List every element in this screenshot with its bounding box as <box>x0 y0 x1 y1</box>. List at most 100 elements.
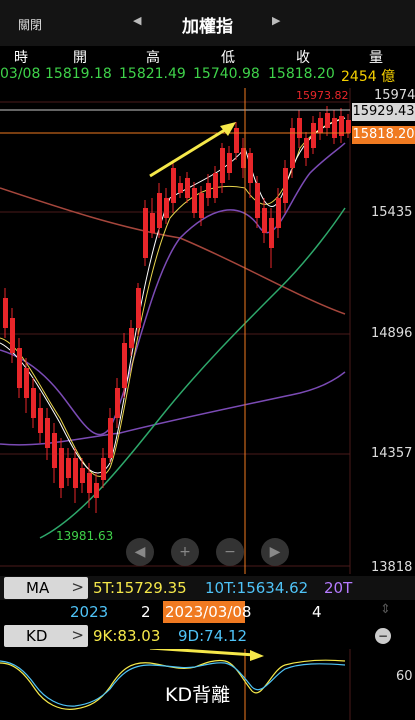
ma10-value: 10T:15634.62 <box>205 579 309 597</box>
crosshair-price-tag: 15929.43 <box>352 103 415 121</box>
header-close: 收 <box>296 50 310 66</box>
candle-body <box>227 153 232 173</box>
zoom-in-icon[interactable]: + <box>171 538 199 566</box>
sort-arrows-icon[interactable]: ⇕ <box>380 602 391 617</box>
timeline-year: 2023 <box>70 603 109 621</box>
candle-body <box>129 328 134 348</box>
candle-body <box>283 168 288 203</box>
candle-body <box>66 458 71 478</box>
candle-body <box>150 213 155 233</box>
low-price-marker: 13981.63 <box>56 529 114 543</box>
candle-body <box>290 128 295 168</box>
divergence-arrow-icon <box>149 649 264 661</box>
d-value: 9D:74.12 <box>178 627 248 645</box>
k-value: 9K:83.03 <box>93 627 161 645</box>
header-volume: 量 <box>369 50 383 66</box>
candle-body <box>248 153 253 183</box>
candle-body <box>3 298 8 328</box>
quote-high: 15821.49 <box>119 66 186 82</box>
candle-body <box>38 408 43 433</box>
candle-body <box>262 208 267 233</box>
candle-body <box>171 168 176 203</box>
header-low: 低 <box>221 50 235 66</box>
candle-body <box>164 198 169 218</box>
candle-body <box>45 418 50 448</box>
kd-y-axis-label: 60 <box>396 669 413 684</box>
candle-body <box>122 343 127 388</box>
scroll-left-icon[interactable]: ◀ <box>126 538 154 566</box>
collapse-icon[interactable]: − <box>375 628 391 644</box>
candle-body <box>304 138 309 158</box>
timeline-row: 2023 2 2023/03/08 4 ⇕ <box>0 601 415 623</box>
candle-body <box>143 208 148 258</box>
scroll-right-icon[interactable]: ▶ <box>261 538 289 566</box>
candle-body <box>318 118 323 133</box>
candle-body <box>185 178 190 198</box>
close-price-tag: 15818.20 <box>352 126 415 144</box>
candle-body <box>31 388 36 418</box>
candle-body <box>199 193 204 218</box>
candle-body <box>87 473 92 493</box>
candlestick-series <box>3 106 351 513</box>
candle-body <box>269 218 274 248</box>
header-time: 時 <box>14 50 28 66</box>
candle-body <box>297 118 302 138</box>
high-price-marker: 15973.82 <box>296 89 349 102</box>
candle-body <box>332 118 337 138</box>
chevron-right-icon: > <box>71 578 84 596</box>
candle-body <box>276 198 281 228</box>
quote-volume: 2454 億 <box>341 69 396 85</box>
candle-body <box>178 183 183 193</box>
header-open: 開 <box>73 50 87 66</box>
candle-body <box>115 388 120 418</box>
quote-open: 15819.18 <box>45 66 112 82</box>
candle-body <box>52 433 57 468</box>
candle-body <box>325 113 330 128</box>
header-high: 高 <box>146 50 160 66</box>
ma5-value: 5T:15729.35 <box>93 579 187 597</box>
candle-body <box>234 128 239 153</box>
timeline-month: 4 <box>312 603 322 621</box>
kd-label: KD <box>26 627 48 645</box>
timeline-selected-date: 2023/03/08 <box>165 603 252 621</box>
candle-body <box>108 418 113 458</box>
candle-body <box>17 348 22 388</box>
quote-date: 03/08 <box>0 66 41 82</box>
candle-body <box>192 188 197 213</box>
quote-header-row: 時 開 高 低 收 量 <box>0 46 415 66</box>
zoom-out-icon[interactable]: − <box>216 538 244 566</box>
candle-body <box>206 183 211 198</box>
kd-selector-button[interactable]: KD > <box>4 625 88 647</box>
y-axis-label: 13818 <box>371 560 413 575</box>
candle-body <box>73 458 78 488</box>
quote-low: 15740.98 <box>193 66 260 82</box>
kd-annotation: KD背離 <box>165 684 231 706</box>
ma-label: MA <box>26 579 50 597</box>
candle-body <box>157 193 162 228</box>
y-axis-label: 15435 <box>371 205 413 220</box>
candle-body <box>220 148 225 183</box>
ma-green-line <box>39 207 346 539</box>
ma20-value: 20T <box>324 579 353 597</box>
candle-body <box>94 483 99 498</box>
candlestick-chart[interactable] <box>0 88 415 574</box>
candle-body <box>311 123 316 148</box>
candle-body <box>213 173 218 198</box>
y-axis-label: 15974 <box>374 88 415 103</box>
y-axis-label: 14357 <box>371 446 413 461</box>
quote-close: 15818.20 <box>268 66 335 82</box>
candle-body <box>59 448 64 488</box>
chevron-right-icon: > <box>71 626 84 644</box>
candle-body <box>80 468 85 483</box>
candle-body <box>255 183 260 218</box>
quote-values-row: 03/08 15819.18 15821.49 15740.98 15818.2… <box>0 66 415 88</box>
candle-body <box>24 368 29 398</box>
candle-body <box>136 288 141 328</box>
ma-selector-button[interactable]: MA > <box>4 577 88 599</box>
top-bar: 關閉 ◀ 加權指 ▶ <box>0 0 415 46</box>
page-title: 加權指 <box>182 17 233 37</box>
timeline-month: 2 <box>141 603 151 621</box>
candle-body <box>346 120 351 133</box>
y-axis-label: 14896 <box>371 326 413 341</box>
next-stock-arrow-icon[interactable]: ▶ <box>272 14 280 27</box>
